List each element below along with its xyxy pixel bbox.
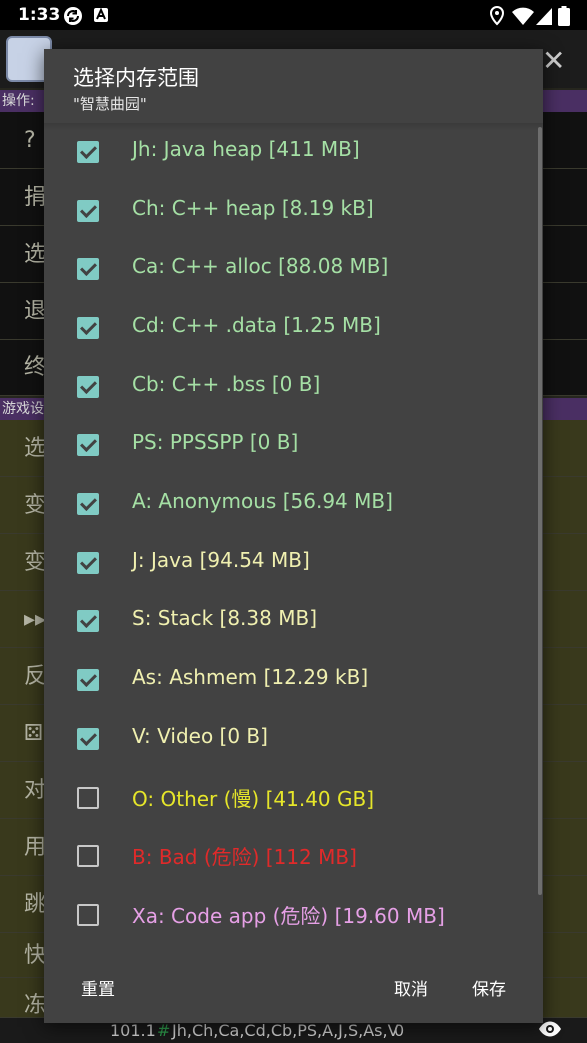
checkbox[interactable]: [77, 434, 99, 456]
sync-icon: [63, 6, 83, 30]
checkbox[interactable]: [77, 904, 99, 926]
memory-range-label: Cb: C++ .bss [0 B]: [132, 372, 321, 396]
memory-range-item-cd[interactable]: Cd: C++ .data [1.25 MB]: [44, 299, 543, 357]
memory-range-label: O: Other (慢) [41.40 GB]: [132, 787, 375, 811]
checkbox[interactable]: [77, 258, 99, 280]
memory-range-item-cb[interactable]: Cb: C++ .bss [0 B]: [44, 358, 543, 416]
memory-range-item-as[interactable]: As: Ashmem [12.29 kB]: [44, 651, 543, 709]
memory-range-item-a[interactable]: A: Anonymous [56.94 MB]: [44, 475, 543, 533]
location-icon: [489, 5, 505, 30]
checkbox[interactable]: [77, 376, 99, 398]
memory-range-list[interactable]: Jh: Java heap [411 MB] Ch: C++ heap [8.1…: [44, 123, 543, 993]
list-top-fade: [44, 123, 543, 131]
memory-range-item-j[interactable]: J: Java [94.54 MB]: [44, 534, 543, 592]
memory-range-item-s[interactable]: S: Stack [8.38 MB]: [44, 592, 543, 650]
memory-range-label: Jh: Java heap [411 MB]: [132, 137, 360, 161]
dialog-title: 选择内存范围: [73, 66, 199, 90]
checkbox[interactable]: [77, 141, 99, 163]
memory-range-item-xa[interactable]: Xa: Code app (危险) [19.60 MB]: [44, 886, 543, 944]
battery-icon: [558, 6, 570, 30]
checkbox[interactable]: [77, 728, 99, 750]
memory-range-item-v[interactable]: V: Video [0 B]: [44, 710, 543, 768]
memory-range-item-o[interactable]: O: Other (慢) [41.40 GB]: [44, 769, 543, 827]
status-time: 1:33: [18, 5, 61, 25]
checkbox[interactable]: [77, 493, 99, 515]
signal-icon: [535, 6, 553, 30]
memory-range-dialog: 选择内存范围 "智慧曲园" Jh: Java heap [411 MB] Ch:…: [44, 49, 543, 1023]
memory-range-item-b[interactable]: B: Bad (危险) [112 MB]: [44, 827, 543, 885]
memory-range-label: B: Bad (危险) [112 MB]: [132, 845, 357, 869]
memory-range-item-jh[interactable]: Jh: Java heap [411 MB]: [44, 123, 543, 181]
checkbox[interactable]: [77, 552, 99, 574]
bottom-value: 101.1: [110, 1021, 156, 1040]
scrollbar[interactable]: [538, 127, 542, 895]
reset-button[interactable]: 重置: [81, 975, 115, 1000]
memory-range-label: V: Video [0 B]: [132, 724, 268, 748]
bottom-ranges: Jh,Ch,Ca,Cd,Cb,PS,A,J,S,As,V: [172, 1021, 399, 1040]
memory-range-label: J: Java [94.54 MB]: [132, 548, 310, 572]
bottom-count: 0: [394, 1021, 405, 1040]
wifi-icon: [511, 6, 535, 30]
memory-range-item-ch[interactable]: Ch: C++ heap [8.19 kB]: [44, 182, 543, 240]
checkbox[interactable]: [77, 200, 99, 222]
memory-range-label: A: Anonymous [56.94 MB]: [132, 489, 393, 513]
memory-range-label: Ch: C++ heap [8.19 kB]: [132, 196, 374, 220]
checkbox[interactable]: [77, 845, 99, 867]
app-notification-icon: [93, 6, 109, 28]
memory-range-label: Ca: C++ alloc [88.08 MB]: [132, 254, 389, 278]
memory-range-label: S: Stack [8.38 MB]: [132, 606, 317, 630]
memory-range-label: Cd: C++ .data [1.25 MB]: [132, 313, 381, 337]
memory-range-label: As: Ashmem [12.29 kB]: [132, 665, 369, 689]
status-bar: 1:33: [0, 0, 587, 30]
save-button[interactable]: 保存: [472, 975, 506, 1000]
cancel-button[interactable]: 取消: [394, 975, 428, 1000]
eye-icon[interactable]: [538, 1020, 562, 1042]
memory-range-item-ca[interactable]: Ca: C++ alloc [88.08 MB]: [44, 240, 543, 298]
checkbox[interactable]: [77, 787, 99, 809]
close-icon[interactable]: ✕: [542, 44, 565, 77]
checkbox[interactable]: [77, 610, 99, 632]
checkbox[interactable]: [77, 669, 99, 691]
memory-range-item-ps[interactable]: PS: PPSSPP [0 B]: [44, 416, 543, 474]
bottom-hash: #: [157, 1021, 171, 1040]
memory-range-label: Xa: Code app (危险) [19.60 MB]: [132, 904, 445, 928]
dialog-subtitle: "智慧曲园": [73, 95, 147, 113]
checkbox[interactable]: [77, 317, 99, 339]
memory-range-label: PS: PPSSPP [0 B]: [132, 430, 299, 454]
